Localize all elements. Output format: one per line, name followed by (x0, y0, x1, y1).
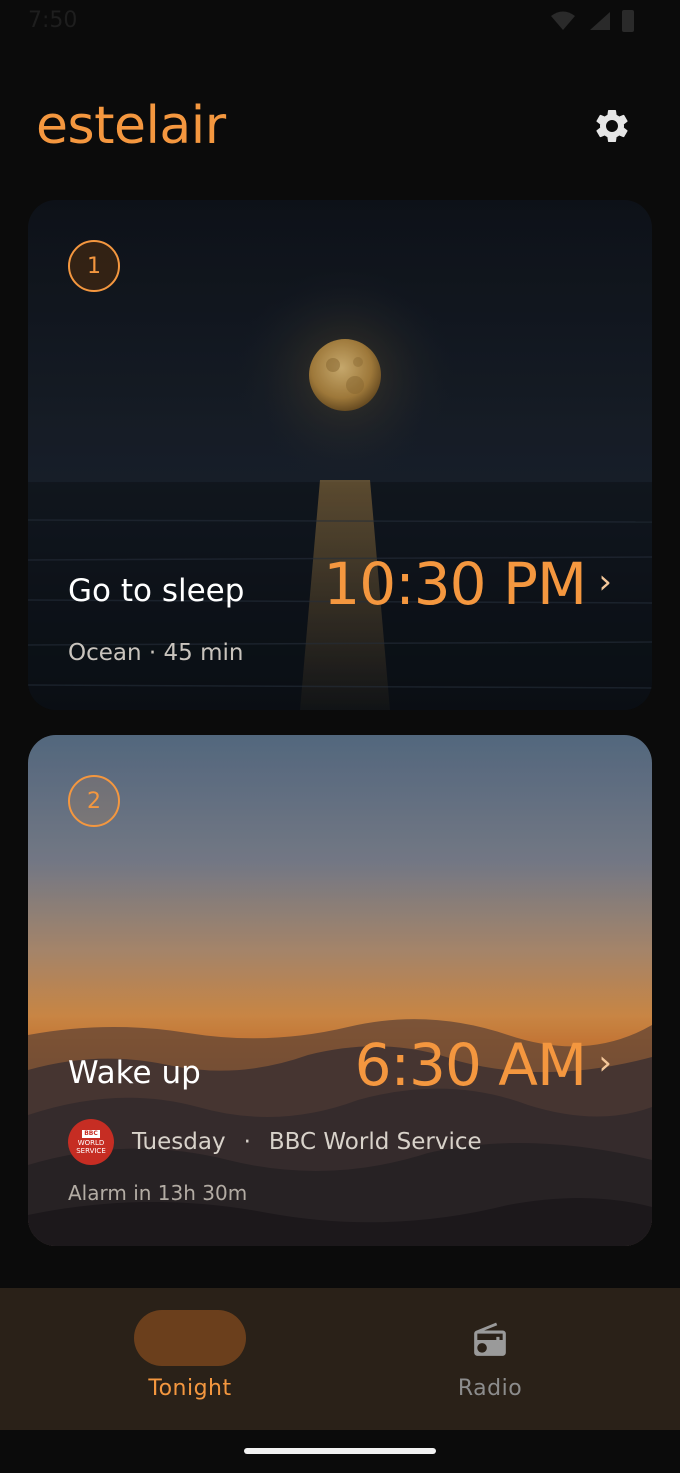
station-logo-line1: WORLD (77, 1138, 105, 1147)
wake-time[interactable]: 6:30 AM (355, 1031, 587, 1099)
wifi-icon (551, 11, 575, 30)
nav-radio[interactable]: Radio (320, 1288, 660, 1430)
ocean-moon-image (28, 200, 652, 710)
wake-day: Tuesday (132, 1129, 226, 1155)
wake-station: BBC World Service (268, 1129, 482, 1155)
step-badge: 2 (68, 775, 120, 827)
nav-label-radio: Radio (457, 1376, 523, 1401)
separator-dot: · (243, 1129, 251, 1155)
status-bar: 7:50 (0, 0, 680, 44)
sunrise-mountains-image (28, 735, 652, 1246)
nav-active-pill[interactable] (134, 1310, 246, 1366)
wake-meta: BBC WORLD SERVICE Tuesday · BBC World Se… (68, 1119, 482, 1165)
nav-tonight[interactable]: Tonight (20, 1288, 360, 1430)
chevron-right-icon[interactable]: › (598, 562, 612, 602)
moon-icon (181, 1326, 194, 1350)
app-title: estelair (36, 96, 226, 156)
home-indicator[interactable] (244, 1448, 436, 1454)
sleep-card[interactable]: 1 Go to sleep 10:30 PM › Ocean · 45 min (28, 200, 652, 710)
sleep-label: Go to sleep (68, 573, 245, 609)
bottom-nav: Tonight Radio (0, 1288, 680, 1430)
chevron-right-icon[interactable]: › (598, 1043, 612, 1083)
sleep-subtitle: Ocean · 45 min (68, 640, 244, 666)
app-screen: 7:50 estelair 1 Go to sleep 10:30 PM › O… (0, 0, 680, 1473)
station-logo-line2: SERVICE (76, 1146, 106, 1155)
station-logo: BBC WORLD SERVICE (68, 1119, 114, 1165)
station-logo-top: BBC (82, 1129, 100, 1138)
signal-icon (590, 12, 610, 30)
nav-radio-icon-wrap[interactable] (470, 1320, 510, 1360)
alarm-countdown: Alarm in 13h 30m (68, 1181, 248, 1205)
wake-label: Wake up (68, 1055, 201, 1091)
nav-label-tonight: Tonight (148, 1376, 232, 1401)
radio-icon (474, 1322, 506, 1356)
gear-icon[interactable] (592, 106, 632, 146)
step-badge: 1 (68, 240, 120, 292)
status-time: 7:50 (28, 8, 78, 33)
sleep-time[interactable]: 10:30 PM (323, 550, 587, 618)
wake-card[interactable]: 2 Wake up 6:30 AM › BBC WORLD SERVICE Tu… (28, 735, 652, 1246)
status-icons (550, 10, 634, 32)
battery-icon (622, 10, 634, 32)
